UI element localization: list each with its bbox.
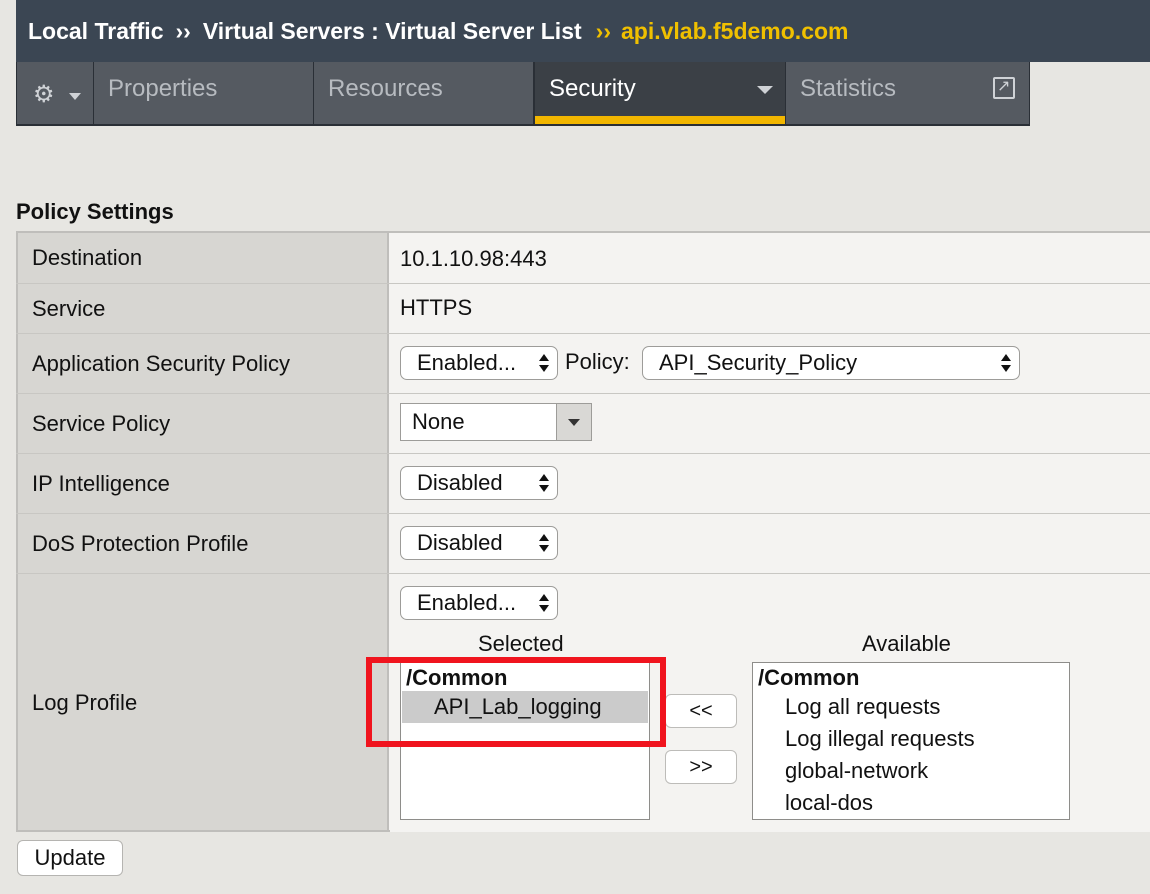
service-policy-combobox[interactable]: None bbox=[400, 403, 592, 441]
ip-intelligence-select[interactable]: Disabled bbox=[400, 466, 558, 500]
row-application-security-policy: Application Security Policy Enabled... P… bbox=[16, 334, 1150, 394]
select-value: Disabled bbox=[417, 530, 503, 555]
row-label: Log Profile bbox=[16, 574, 389, 832]
tab-menu-button[interactable]: ⚙ bbox=[16, 62, 93, 124]
selected-heading: Selected bbox=[478, 631, 564, 656]
tab-statistics[interactable]: Statistics bbox=[785, 62, 1029, 124]
updown-arrows-icon bbox=[539, 533, 549, 553]
move-to-selected-button[interactable]: << bbox=[665, 694, 737, 728]
combobox-value: None bbox=[412, 409, 465, 434]
list-item[interactable]: local-dos bbox=[753, 787, 1069, 819]
tab-security[interactable]: Security bbox=[534, 62, 785, 124]
tab-bar: ⚙ Properties Resources Security Statisti… bbox=[16, 62, 1030, 126]
updown-arrows-icon bbox=[1001, 353, 1011, 373]
updown-arrows-icon bbox=[539, 353, 549, 373]
breadcrumb-current: api.vlab.f5demo.com bbox=[620, 17, 849, 44]
available-log-profiles-list[interactable]: /Common Log all requests Log illegal req… bbox=[752, 662, 1070, 820]
row-dos-protection-profile: DoS Protection Profile Disabled bbox=[16, 514, 1150, 574]
button-label: << bbox=[689, 700, 713, 722]
row-value: None bbox=[389, 394, 1150, 453]
section-title: Policy Settings bbox=[16, 199, 174, 224]
select-value: Enabled... bbox=[417, 590, 517, 615]
tab-label: Resources bbox=[328, 75, 443, 102]
chevron-down-icon bbox=[69, 93, 81, 100]
tab-resources[interactable]: Resources bbox=[313, 62, 533, 124]
available-heading: Available bbox=[862, 631, 951, 656]
gear-icon: ⚙ bbox=[33, 81, 55, 108]
row-label: Destination bbox=[16, 233, 389, 283]
row-value: Disabled bbox=[389, 514, 1150, 573]
button-label: >> bbox=[689, 756, 713, 778]
app-security-enable-select[interactable]: Enabled... bbox=[400, 346, 558, 380]
dos-protection-select[interactable]: Disabled bbox=[400, 526, 558, 560]
breadcrumb-virtual-server-list[interactable]: Virtual Servers : Virtual Server List bbox=[203, 18, 582, 45]
row-label: DoS Protection Profile bbox=[16, 514, 389, 573]
log-profile-enable-select[interactable]: Enabled... bbox=[400, 586, 558, 620]
update-button[interactable]: Update bbox=[17, 840, 123, 876]
row-label: Service Policy bbox=[16, 394, 389, 453]
select-value: Disabled bbox=[417, 470, 503, 495]
tab-label: Statistics bbox=[800, 75, 897, 102]
tab-properties[interactable]: Properties bbox=[93, 62, 313, 124]
chevron-down-icon bbox=[757, 86, 773, 94]
row-destination: Destination 10.1.10.98:443 bbox=[16, 233, 1150, 284]
destination-value: 10.1.10.98:443 bbox=[400, 246, 547, 271]
select-value: Enabled... bbox=[417, 350, 517, 375]
move-to-available-button[interactable]: >> bbox=[665, 750, 737, 784]
row-label: IP Intelligence bbox=[16, 454, 389, 513]
tab-label: Properties bbox=[108, 75, 218, 102]
row-value: HTTPS bbox=[389, 284, 1150, 333]
popout-icon[interactable] bbox=[993, 76, 1015, 99]
policy-label: Policy: bbox=[565, 349, 630, 374]
row-service-policy: Service Policy None bbox=[16, 394, 1150, 454]
service-value: HTTPS bbox=[400, 295, 473, 320]
row-service: Service HTTPS bbox=[16, 284, 1150, 334]
row-value: Enabled... Policy: API_Security_Policy bbox=[389, 334, 1150, 393]
updown-arrows-icon bbox=[539, 593, 549, 613]
list-item[interactable]: Log all requests bbox=[753, 691, 1069, 723]
list-item[interactable]: Log illegal requests bbox=[753, 723, 1069, 755]
row-value: 10.1.10.98:443 bbox=[389, 233, 1150, 283]
breadcrumb-local-traffic[interactable]: Local Traffic bbox=[28, 18, 163, 45]
row-label: Service bbox=[16, 284, 389, 333]
breadcrumb-separator: ›› bbox=[175, 17, 191, 44]
select-value: API_Security_Policy bbox=[659, 350, 858, 375]
list-item[interactable]: global-network bbox=[753, 755, 1069, 787]
chevron-down-icon[interactable] bbox=[556, 404, 591, 440]
row-value: Disabled bbox=[389, 454, 1150, 513]
row-label: Application Security Policy bbox=[16, 334, 389, 393]
updown-arrows-icon bbox=[539, 473, 549, 493]
highlight-box bbox=[366, 657, 666, 747]
breadcrumb-separator: ›› bbox=[595, 17, 611, 44]
divider bbox=[16, 830, 390, 832]
policy-select[interactable]: API_Security_Policy bbox=[642, 346, 1020, 380]
button-label: Update bbox=[34, 845, 106, 870]
row-ip-intelligence: IP Intelligence Disabled bbox=[16, 454, 1150, 514]
breadcrumb: Local Traffic ›› Virtual Servers : Virtu… bbox=[16, 0, 1150, 62]
tab-label: Security bbox=[549, 75, 636, 102]
list-group-header: /Common bbox=[758, 665, 860, 690]
